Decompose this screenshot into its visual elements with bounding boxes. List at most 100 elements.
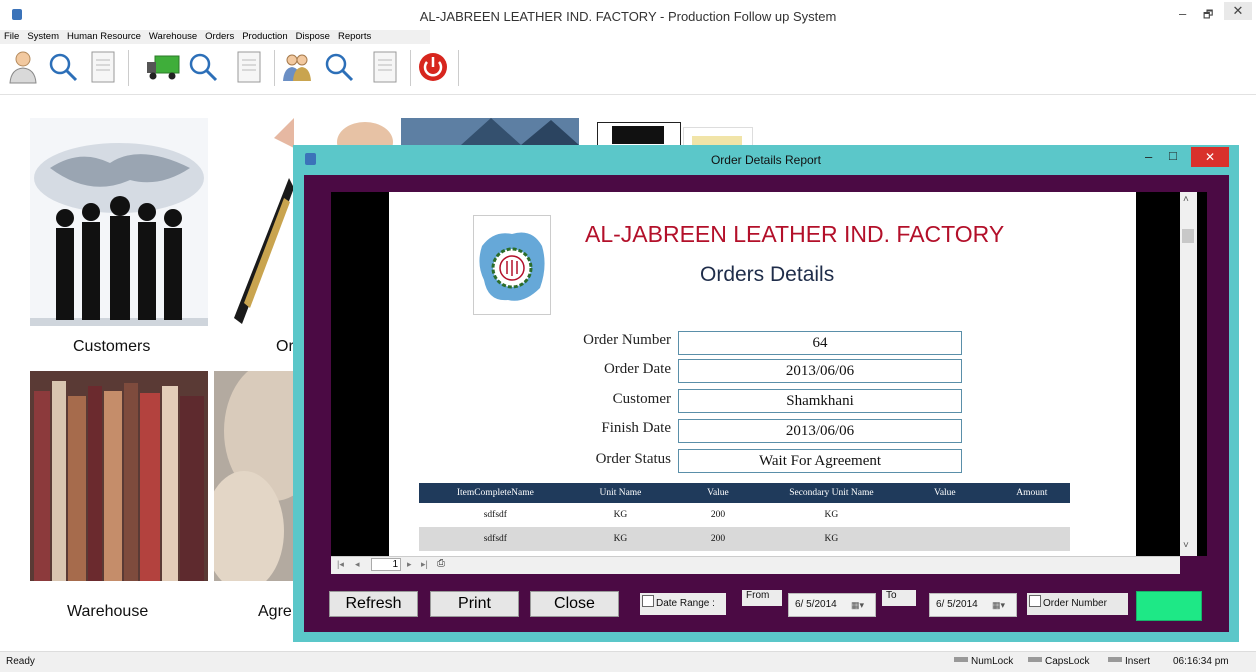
close-button[interactable]: Close	[530, 591, 619, 617]
to-label: To	[882, 590, 916, 606]
date-range-check-box[interactable]	[642, 595, 654, 607]
table-cell: sdfsdf	[483, 534, 507, 544]
table-cell: KG	[824, 510, 839, 520]
order-number-value: 64	[678, 331, 962, 355]
warehouse-tile-image[interactable]	[30, 371, 208, 581]
report-page[interactable]: AL-JABREEN LEATHER IND. FACTORY Orders D…	[389, 192, 1136, 556]
date-range-checkbox[interactable]: Date Range :	[640, 593, 726, 615]
table-row: sdfsdf KG 200 KG	[419, 503, 1070, 527]
minimize-button[interactable]: –	[1179, 6, 1186, 21]
print-report-icon[interactable]: ⎙	[437, 558, 445, 569]
toolbar-separator	[458, 50, 459, 86]
window-title: AL-JABREEN LEATHER IND. FACTORY - Produc…	[419, 9, 837, 24]
company-name: AL-JABREEN LEATHER IND. FACTORY	[585, 221, 1005, 247]
table-cell: 200	[710, 534, 726, 544]
person-icon[interactable]	[6, 48, 40, 86]
status-clock: 06:16:34 pm	[1173, 656, 1229, 667]
first-page-icon[interactable]: |◂	[337, 559, 344, 570]
numlock-indicator: NumLock	[954, 656, 1013, 667]
magnifier-icon[interactable]	[186, 48, 220, 86]
document-icon[interactable]	[232, 48, 266, 86]
table-cell	[896, 503, 994, 527]
table-cell: sdfsdf	[483, 510, 507, 520]
magnifier-icon[interactable]	[46, 48, 80, 86]
finish-date-label: Finish Date	[601, 420, 671, 436]
company-logo	[473, 215, 551, 315]
order-number-check-box[interactable]	[1029, 595, 1041, 607]
insert-label: Insert	[1125, 656, 1151, 667]
table-cell: 200	[710, 510, 726, 520]
column-header: Unit Name	[571, 483, 670, 503]
page-number-input[interactable]: 1	[371, 558, 401, 571]
dialog-restore-button[interactable]: □	[1169, 148, 1177, 163]
restore-button[interactable]: 🗗	[1203, 6, 1213, 25]
gears-tile-image[interactable]	[401, 118, 579, 145]
dialog-title: Order Details Report	[710, 153, 822, 167]
table-cell: KG	[824, 534, 839, 544]
orders-tile-label[interactable]: Or	[276, 338, 294, 356]
menu-orders[interactable]: Orders	[201, 30, 238, 42]
status-bar: Ready NumLock CapsLock Insert 06:16:34 p…	[0, 651, 1256, 672]
close-window-button[interactable]: ✕	[1224, 2, 1252, 20]
report-thumb-1[interactable]	[597, 122, 681, 147]
insert-indicator: Insert	[1108, 656, 1150, 667]
order-number-filter-label: Order Number	[1043, 598, 1107, 609]
menu-human-resource[interactable]: Human Resource	[63, 30, 145, 42]
agreement-tile-image[interactable]	[214, 371, 294, 581]
agreement-tile-label[interactable]: Agre	[258, 603, 292, 621]
document-icon[interactable]	[368, 48, 402, 86]
scroll-down-arrow-icon[interactable]: ˅	[1183, 540, 1189, 551]
scroll-thumb[interactable]	[1182, 229, 1194, 243]
order-date-value: 2013/06/06	[678, 359, 962, 383]
column-header: Value	[896, 483, 994, 503]
magnifier-icon[interactable]	[322, 48, 356, 86]
calendar-dropdown-icon[interactable]: ▦▾	[851, 594, 864, 616]
dialog-minimize-button[interactable]: –	[1145, 149, 1152, 164]
print-button[interactable]: Print	[430, 591, 519, 617]
table-cell	[994, 503, 1070, 527]
report-subtitle: Orders Details	[700, 263, 835, 286]
items-table: ItemCompleteName Unit Name Value Seconda…	[419, 483, 1070, 551]
next-page-icon[interactable]: ▸	[407, 559, 412, 570]
report-thumb-2[interactable]	[683, 127, 753, 147]
order-status-value: Wait For Agreement	[678, 449, 962, 473]
menu-reports[interactable]: Reports	[334, 30, 375, 42]
refresh-button[interactable]: Refresh	[329, 591, 418, 617]
menu-bar: File System Human Resource Warehouse Orders P…	[0, 30, 430, 44]
order-number-input[interactable]	[1136, 591, 1202, 621]
menu-system[interactable]: System	[23, 30, 63, 42]
menu-file[interactable]: File	[0, 30, 23, 42]
calendar-dropdown-icon[interactable]: ▦▾	[992, 594, 1005, 616]
order-number-checkbox[interactable]: Order Number	[1027, 593, 1128, 615]
dialog-close-button[interactable]: ✕	[1191, 147, 1229, 167]
column-header: Secondary Unit Name	[766, 483, 897, 503]
capslock-indicator: CapsLock	[1028, 656, 1089, 667]
menu-production[interactable]: Production	[238, 30, 291, 42]
toolbar-separator	[274, 50, 275, 86]
last-page-icon[interactable]: ▸|	[421, 559, 428, 570]
document-icon[interactable]	[86, 48, 120, 86]
order-status-label: Order Status	[595, 451, 671, 467]
customers-tile-image[interactable]	[30, 118, 208, 326]
prev-page-icon[interactable]: ◂	[355, 559, 360, 570]
dialog-body: AL-JABREEN LEATHER IND. FACTORY Orders D…	[304, 175, 1229, 632]
indicator-icon	[1028, 657, 1042, 662]
menu-dispose[interactable]: Dispose	[292, 30, 334, 42]
scroll-up-arrow-icon[interactable]: ˄	[1183, 194, 1189, 205]
from-date-picker[interactable]: 6/ 5/2014 ▦▾	[788, 593, 876, 617]
menu-warehouse[interactable]: Warehouse	[145, 30, 201, 42]
items-table-header: ItemCompleteName Unit Name Value Seconda…	[419, 483, 1070, 503]
orders-tile-image[interactable]	[214, 118, 294, 326]
hand-tile-image[interactable]	[330, 118, 395, 145]
from-date-value: 6/ 5/2014	[795, 599, 837, 610]
people-icon[interactable]	[280, 48, 314, 86]
report-vertical-scrollbar[interactable]: ˄ ˅	[1180, 192, 1197, 556]
finish-date-value: 2013/06/06	[678, 419, 962, 443]
to-date-picker[interactable]: 6/ 5/2014 ▦▾	[929, 593, 1017, 617]
truck-icon[interactable]	[146, 48, 180, 86]
table-cell	[896, 527, 994, 551]
customers-tile-label[interactable]: Customers	[73, 338, 150, 356]
warehouse-tile-label[interactable]: Warehouse	[67, 603, 148, 621]
power-icon[interactable]	[416, 48, 450, 86]
table-cell: KG	[613, 510, 628, 520]
